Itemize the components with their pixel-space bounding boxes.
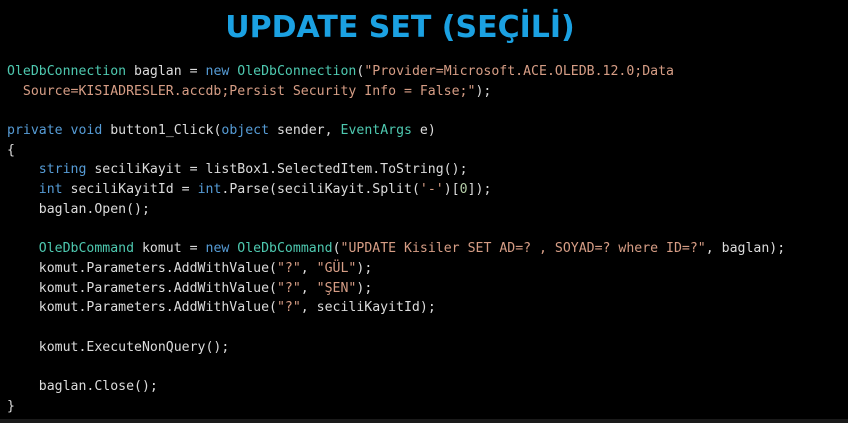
- code-token-plain: );: [356, 260, 373, 276]
- code-token-keyword: object: [221, 123, 270, 139]
- code-token-plain: komut.Parameters.AddWithValue(: [7, 300, 277, 316]
- code-line: }: [7, 397, 785, 417]
- code-token-string: '-': [419, 182, 444, 198]
- code-line: komut.Parameters.AddWithValue("?", secil…: [7, 298, 785, 318]
- code-token-plain: );: [475, 83, 492, 99]
- code-token-keyword: int: [197, 182, 222, 198]
- code-token-plain: e): [411, 123, 436, 139]
- code-token-string: "ŞEN": [316, 280, 357, 296]
- code-token-type: OleDbCommand: [38, 241, 135, 257]
- code-token-keyword: new: [205, 241, 230, 257]
- code-line: {: [7, 141, 785, 161]
- code-token-plain: , seciliKayitId);: [300, 300, 436, 316]
- code-token-string: "GÜL": [316, 260, 357, 276]
- code-token-string: "?": [276, 260, 301, 276]
- code-token-plain: seciliKayit = listBox1.SelectedItem.ToSt…: [86, 162, 468, 178]
- code-token-type: OleDbConnection: [7, 64, 127, 79]
- code-line: komut.Parameters.AddWithValue("?", "GÜL"…: [7, 259, 785, 279]
- code-token-plain: komut =: [134, 241, 206, 257]
- code-token-string: "?": [276, 280, 301, 296]
- slide-title: UPDATE SET (SEÇİLİ): [225, 10, 575, 45]
- code-line: baglan.Close();: [7, 377, 785, 397]
- code-line: OleDbCommand komut = new OleDbCommand("U…: [7, 239, 785, 259]
- code-token-plain: baglan.Open();: [7, 201, 150, 217]
- code-token-plain: ,: [300, 280, 317, 296]
- code-token-string: "?": [276, 300, 301, 316]
- code-token-plain: , baglan);: [705, 241, 786, 257]
- code-token-plain: )[: [443, 182, 460, 198]
- code-block: OleDbConnection baglan = new OleDbConnec…: [7, 62, 785, 416]
- code-line: komut.Parameters.AddWithValue("?", "ŞEN"…: [7, 279, 785, 299]
- code-token-plain: komut.ExecuteNonQuery();: [7, 339, 230, 355]
- code-token-plain: seciliKayitId =: [62, 182, 198, 198]
- code-line: OleDbConnection baglan = new OleDbConnec…: [7, 62, 785, 82]
- code-token-type: OleDbConnection: [237, 64, 357, 79]
- code-token-string: Source=KISIADRESLER.accdb;Persist Securi…: [7, 83, 476, 99]
- code-token-plain: .Parse(seciliKayit.Split(: [221, 182, 420, 198]
- bottom-divider: [0, 419, 848, 423]
- code-token-string: "UPDATE Kisiler SET AD=? , SOYAD=? where…: [340, 241, 706, 257]
- code-line: int seciliKayitId = int.Parse(seciliKayi…: [7, 180, 785, 200]
- code-token-plain: }: [7, 398, 15, 414]
- code-line: string seciliKayit = listBox1.SelectedIt…: [7, 160, 785, 180]
- code-token-plain: ]);: [467, 182, 492, 198]
- code-token-keyword: private: [7, 123, 63, 139]
- code-line: komut.ExecuteNonQuery();: [7, 338, 785, 358]
- code-token-keyword: void: [70, 123, 103, 139]
- code-token-plain: baglan.Close();: [7, 379, 158, 394]
- code-token-type: EventArgs: [340, 123, 412, 139]
- code-line: Source=KISIADRESLER.accdb;Persist Securi…: [7, 82, 785, 102]
- code-token-keyword: new: [205, 64, 230, 79]
- code-token-plain: button1_Click(: [102, 123, 222, 139]
- code-token-plain: baglan =: [126, 64, 206, 79]
- code-token-plain: komut.Parameters.AddWithValue(: [7, 260, 277, 276]
- code-token-plain: ,: [300, 260, 317, 276]
- code-token-string: "Provider=Microsoft.ACE.OLEDB.12.0;Data: [364, 64, 674, 79]
- slide-page: UPDATE SET (SEÇİLİ) OleDbConnection bagl…: [0, 0, 848, 423]
- code-token-plain: {: [7, 142, 15, 158]
- code-token-keyword: int: [38, 182, 63, 198]
- code-token-plain: komut.Parameters.AddWithValue(: [7, 280, 277, 296]
- code-token-plain: (: [332, 241, 341, 257]
- code-line: baglan.Open();: [7, 200, 785, 220]
- code-line: private void button1_Click(object sender…: [7, 121, 785, 141]
- code-token-type: OleDbCommand: [237, 241, 333, 257]
- code-token-plain: sender,: [269, 123, 341, 139]
- code-token-number: 0: [459, 182, 468, 198]
- code-token-plain: );: [356, 280, 373, 296]
- code-token-keyword: string: [38, 162, 87, 178]
